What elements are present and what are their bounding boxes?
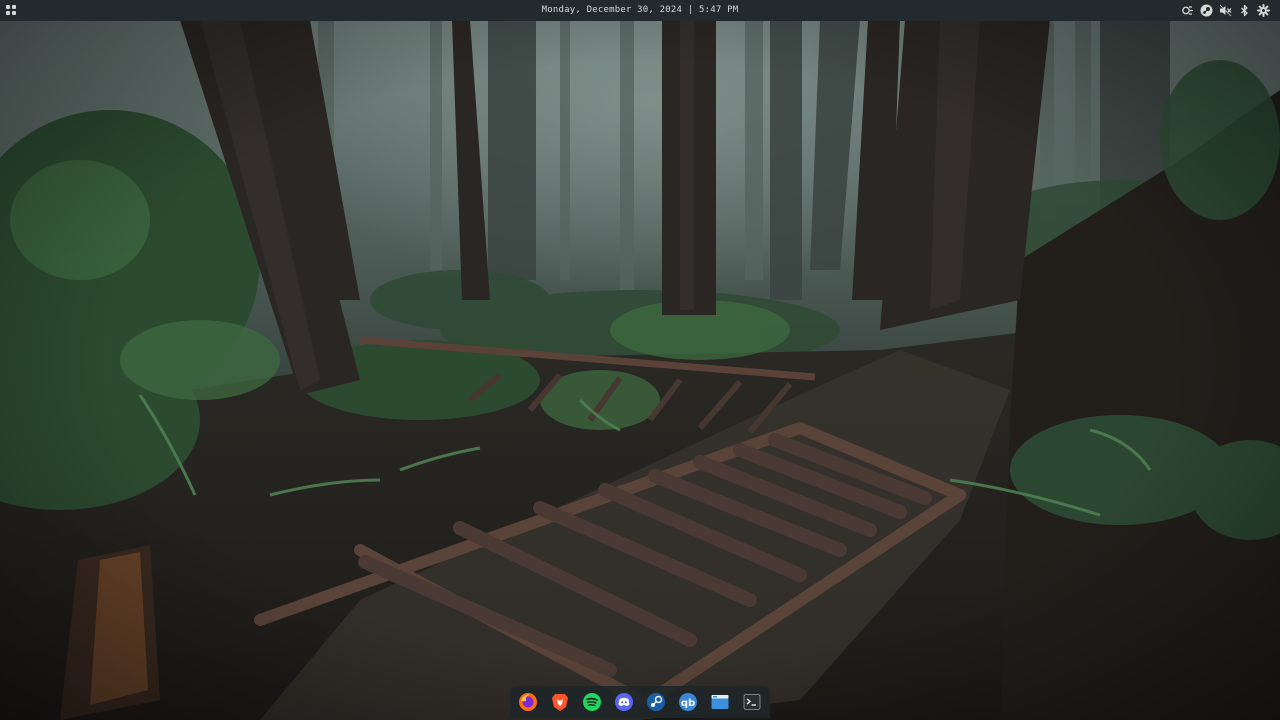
- discord-icon[interactable]: [614, 692, 634, 712]
- svg-text:qb: qb: [681, 698, 695, 709]
- spotify-icon[interactable]: [582, 692, 602, 712]
- system-tray: [1180, 0, 1270, 21]
- grid-icon[interactable]: [6, 5, 17, 16]
- steam-icon[interactable]: [646, 692, 666, 712]
- steam-tray-icon[interactable]: [1199, 4, 1213, 18]
- volume-muted-icon[interactable]: [1218, 4, 1232, 18]
- files-icon[interactable]: [710, 692, 730, 712]
- settings-gear-icon[interactable]: [1256, 4, 1270, 18]
- qbittorrent-icon[interactable]: qb: [678, 692, 698, 712]
- bluetooth-icon[interactable]: [1237, 4, 1251, 18]
- clock-date-time[interactable]: Monday, December 30, 2024 | 5:47 PM: [542, 5, 739, 15]
- firefox-icon[interactable]: [518, 692, 538, 712]
- dock: qb: [510, 686, 770, 718]
- desktop: Monday, December 30, 2024 | 5:47 PM qb: [0, 0, 1280, 720]
- desktop-wallpaper: [0, 0, 1280, 720]
- weather-icon[interactable]: [1180, 4, 1194, 18]
- brave-icon[interactable]: [550, 692, 570, 712]
- top-bar: Monday, December 30, 2024 | 5:47 PM: [0, 0, 1280, 21]
- terminal-icon[interactable]: [742, 692, 762, 712]
